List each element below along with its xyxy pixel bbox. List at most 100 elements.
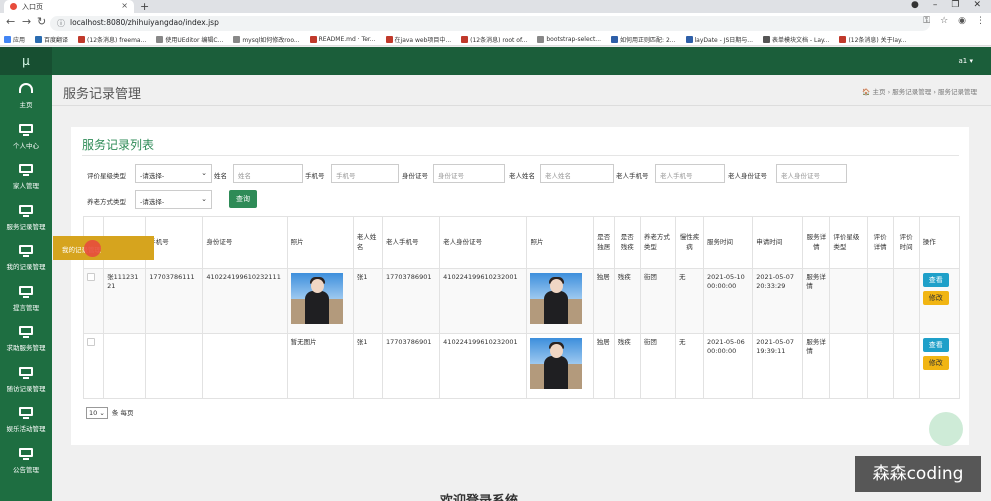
- column-header[interactable]: 照片: [286, 216, 354, 269]
- view-button[interactable]: 查看: [922, 338, 949, 352]
- bookmark-item[interactable]: 使用UEditor 编辑C...: [156, 33, 223, 45]
- column-header[interactable]: 服务详情: [802, 216, 831, 269]
- sidebar-item[interactable]: 随访记录管理: [0, 366, 52, 393]
- elder-name-input[interactable]: 老人姓名: [540, 164, 614, 183]
- elder-phone-input[interactable]: 老人手机号: [655, 164, 725, 183]
- rating-type-select[interactable]: -请选择- ⌄: [135, 164, 212, 183]
- care-type-label: 养老方式类型: [87, 198, 126, 206]
- records-table: 手机号 身份证号 照片 老人姓名 老人手机号 老人身份证号 照片 是否独居 是否残疾 养老方式类型…: [82, 216, 961, 399]
- column-header[interactable]: 申请时间: [752, 216, 804, 269]
- minimize-button[interactable]: –: [933, 0, 938, 13]
- column-header[interactable]: 操作: [918, 216, 961, 269]
- column-header[interactable]: 手机号: [145, 216, 204, 269]
- edit-button[interactable]: 修改: [922, 291, 949, 305]
- menu-icon[interactable]: ⋮: [976, 16, 985, 26]
- new-tab-button[interactable]: +: [140, 0, 149, 13]
- column-header[interactable]: 评价星级类型: [829, 216, 868, 269]
- table-row[interactable]: 暂无图片 张1 17703786901 410224199610232001 独居 残疾街…: [82, 333, 961, 399]
- page-title: 服务记录管理: [63, 87, 142, 102]
- cell-care-type: 街团: [639, 333, 676, 399]
- sidebar-item[interactable]: 服务记录管理: [0, 204, 52, 231]
- app-header: μ a1 ▾: [0, 47, 991, 75]
- bookmark-item[interactable]: layDate - JS日期与...: [685, 33, 753, 45]
- cell-rating-time: [892, 333, 920, 399]
- elder-idcard-input[interactable]: 老人身份证号: [776, 164, 847, 183]
- table-row[interactable]: 张11123121 17703786111 410224199610232111 张1…: [82, 268, 961, 334]
- row-checkbox[interactable]: [87, 273, 95, 281]
- column-header[interactable]: 养老方式类型: [639, 216, 676, 269]
- reload-icon[interactable]: ↻: [37, 15, 46, 28]
- column-header[interactable]: 慢性疾病: [674, 216, 705, 269]
- query-button[interactable]: 查询: [229, 190, 257, 208]
- column-header[interactable]: 老人身份证号: [439, 216, 528, 269]
- bookmark-item[interactable]: 百度翻译: [35, 33, 68, 45]
- bookmark-item[interactable]: bootstrap-select...: [537, 33, 601, 45]
- close-window-button[interactable]: ✕: [973, 0, 981, 13]
- chevron-down-icon: ⌄: [201, 169, 207, 177]
- browser-tab[interactable]: 入口页 ×: [4, 0, 134, 13]
- bookmark-item[interactable]: 应用: [4, 33, 25, 45]
- care-type-select[interactable]: -请选择- ⌄: [135, 190, 212, 209]
- idcard-input[interactable]: 身份证号: [433, 164, 505, 183]
- bookmark-item[interactable]: (12条消息) 关于lay...: [839, 33, 906, 45]
- bookmark-favicon-icon: [461, 35, 469, 43]
- sidebar-item[interactable]: 个人中心: [0, 123, 52, 150]
- sidebar-item[interactable]: 主页: [0, 83, 52, 109]
- row-checkbox[interactable]: [87, 338, 95, 346]
- column-header[interactable]: 老人手机号: [381, 216, 441, 269]
- key-icon[interactable]: ⚿: [923, 16, 930, 26]
- sidebar-item[interactable]: 家人管理: [0, 164, 52, 190]
- bookmark-item[interactable]: mysql如何修改roo...: [233, 33, 300, 45]
- bookmark-item[interactable]: 表单模块文档 - Lay...: [763, 33, 829, 45]
- bookmark-favicon-icon: [385, 35, 393, 43]
- user-menu[interactable]: a1 ▾: [959, 57, 973, 65]
- column-header[interactable]: 老人姓名: [352, 216, 383, 269]
- cell-rating-detail: [866, 268, 894, 334]
- site-info-icon[interactable]: ⓘ: [57, 18, 65, 29]
- page-size-select[interactable]: 10 ⌄: [86, 407, 108, 419]
- column-header[interactable]: 服务时间: [703, 216, 754, 269]
- bookmark-item[interactable]: (12条消息) root of...: [461, 33, 527, 45]
- forward-arrow-icon[interactable]: →: [22, 15, 31, 28]
- sidebar-item[interactable]: 求助服务管理: [0, 326, 52, 352]
- sidebar-item-label: 我的记录管理: [6, 263, 46, 271]
- account-icon[interactable]: ◉: [958, 16, 966, 26]
- phone-input[interactable]: 手机号: [331, 164, 399, 183]
- edit-button[interactable]: 修改: [922, 356, 949, 370]
- address-bar[interactable]: ⓘ localhost:8080/zhihuiyangdao/index.jsp: [50, 16, 930, 31]
- sidebar-item[interactable]: 公告管理: [0, 447, 52, 474]
- sidebar-item-label: 服务记录管理: [6, 222, 46, 231]
- cell-name: [103, 333, 147, 399]
- bookmark-item[interactable]: 如何用正则匹配: 2...: [611, 33, 676, 45]
- cell-chronic: 无: [674, 268, 705, 334]
- bookmark-item[interactable]: README.md · Ter...: [309, 33, 376, 45]
- column-header[interactable]: 评价详情: [866, 216, 894, 269]
- column-header[interactable]: 照片: [526, 216, 594, 269]
- sidebar-item[interactable]: 提言管理: [0, 285, 52, 312]
- name-input[interactable]: 姓名: [233, 164, 303, 183]
- main-content: 服务记录管理 🏠 主页 › 服务记录管理 › 服务记录管理 服务记录列表 评价星…: [52, 75, 991, 501]
- chevron-down-icon: ⌄: [201, 195, 207, 203]
- back-arrow-icon[interactable]: ←: [6, 15, 15, 28]
- star-icon[interactable]: ☆: [940, 16, 948, 26]
- restore-button[interactable]: ❐: [951, 0, 959, 13]
- close-tab-icon[interactable]: ×: [121, 1, 128, 10]
- view-button[interactable]: 查看: [922, 273, 949, 287]
- column-header[interactable]: 是否残疾: [613, 216, 641, 269]
- bookmark-item[interactable]: (12条消息) freema...: [78, 33, 146, 45]
- cell-rating-type: [829, 268, 868, 334]
- sidebar-item[interactable]: 我的记录管理: [0, 245, 52, 271]
- app-logo[interactable]: μ: [0, 47, 52, 75]
- page-size-suffix: 条 每页: [111, 409, 134, 417]
- column-header[interactable]: 评价时间: [892, 216, 920, 269]
- cell-disabled: 残疾: [613, 268, 641, 334]
- cell-alone: 独居: [592, 333, 615, 399]
- breadcrumb[interactable]: 🏠 主页 › 服务记录管理 › 服务记录管理: [862, 86, 977, 96]
- column-header[interactable]: 身份证号: [202, 216, 288, 269]
- bookmark-item[interactable]: 在java web项目中...: [385, 33, 451, 45]
- tab-title: 入口页: [22, 3, 43, 11]
- profile-icon[interactable]: ●: [911, 0, 919, 13]
- bookmark-favicon-icon: [35, 35, 43, 43]
- column-header[interactable]: 是否独居: [592, 216, 615, 269]
- sidebar-item[interactable]: 娱乐活动管理: [0, 407, 52, 433]
